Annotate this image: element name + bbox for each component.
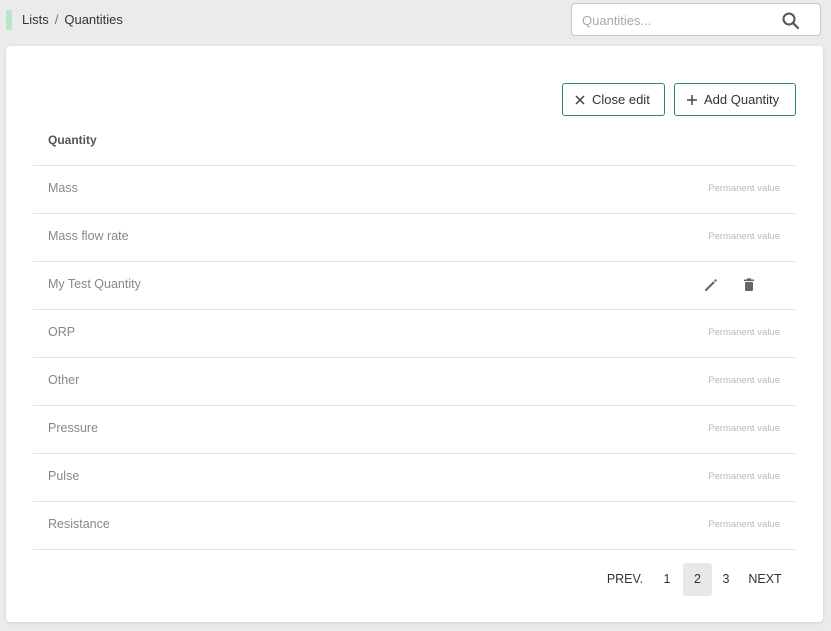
add-quantity-label: Add Quantity — [704, 92, 780, 107]
table-row[interactable]: Pressure Permanent value — [33, 406, 795, 454]
quantity-name: My Test Quantity — [48, 277, 141, 291]
search-input[interactable] — [582, 11, 772, 29]
pencil-icon[interactable] — [701, 275, 721, 295]
permanent-label: Permanent value — [708, 471, 780, 482]
permanent-label: Permanent value — [708, 231, 780, 242]
quantity-name: Resistance — [48, 517, 110, 531]
breadcrumb-lists[interactable]: Lists — [22, 12, 49, 27]
trash-icon[interactable] — [739, 275, 759, 295]
permanent-label: Permanent value — [708, 375, 780, 386]
quantities-table: Quantity Mass Permanent value Mass flow … — [33, 116, 795, 550]
page-1-button[interactable]: 1 — [655, 563, 679, 596]
quantity-name: ORP — [48, 325, 76, 339]
search-box — [571, 3, 821, 36]
table-row[interactable]: Pulse Permanent value — [33, 454, 795, 502]
next-page-button[interactable]: NEXT — [743, 563, 787, 596]
quantity-name: Pressure — [48, 421, 99, 435]
table-row[interactable]: Other Permanent value — [33, 358, 795, 406]
quantity-name: Mass flow rate — [48, 229, 129, 243]
quantity-name: Pulse — [48, 469, 80, 483]
close-edit-button[interactable]: Close edit — [562, 83, 665, 116]
permanent-label: Permanent value — [708, 519, 780, 530]
search-icon[interactable] — [781, 11, 801, 31]
page-2-button-current[interactable]: 2 — [683, 563, 712, 596]
permanent-label: Permanent value — [708, 183, 780, 194]
page-3-button[interactable]: 3 — [714, 563, 738, 596]
column-header-quantity[interactable]: Quantity — [48, 133, 97, 147]
quantity-name: Mass — [48, 181, 78, 195]
quantity-name: Other — [48, 373, 80, 387]
top-bar: Lists / Quantities — [0, 0, 831, 42]
table-row[interactable]: Resistance Permanent value — [33, 502, 795, 550]
permanent-label: Permanent value — [708, 327, 780, 338]
breadcrumb-current: Quantities — [64, 12, 123, 27]
add-quantity-button[interactable]: Add Quantity — [674, 83, 796, 116]
prev-page-button[interactable]: PREV. — [600, 563, 650, 596]
table-row[interactable]: My Test Quantity — [33, 262, 795, 310]
breadcrumb: Lists / Quantities — [22, 12, 123, 27]
table-row[interactable]: Mass flow rate Permanent value — [33, 214, 795, 262]
breadcrumb-separator: / — [54, 12, 59, 27]
table-row[interactable]: Mass Permanent value — [33, 166, 795, 214]
close-icon — [573, 93, 587, 107]
accent-bar — [6, 10, 12, 30]
plus-icon — [685, 93, 699, 107]
close-edit-label: Close edit — [592, 92, 650, 107]
permanent-label: Permanent value — [708, 423, 780, 434]
table-header: Quantity — [33, 116, 795, 166]
quantities-card: Close edit Add Quantity Quantity Mass Pe… — [6, 46, 823, 622]
table-row[interactable]: ORP Permanent value — [33, 310, 795, 358]
